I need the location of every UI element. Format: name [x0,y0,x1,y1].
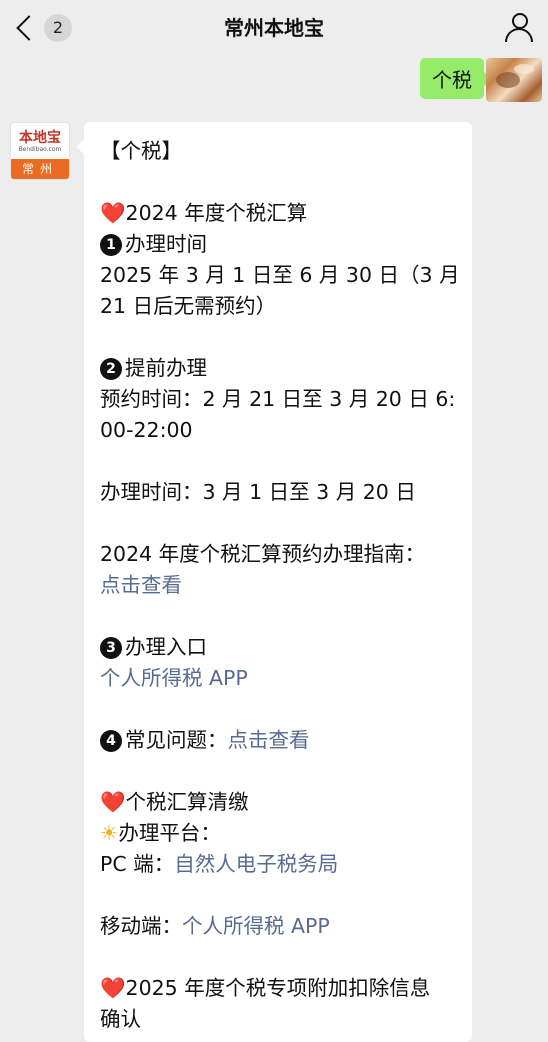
message-content: 【个税】 ❤️2024 年度个税汇算 1 办理时间 2025 年 3 月 1 日至… [100,136,460,1035]
message-line: 3 办理入口 [100,632,460,663]
message-line: 移动端：个人所得税 APP [100,914,330,938]
message-line: ☀办理平台： [100,821,221,845]
message-line: 1 办理时间 [100,229,460,260]
received-message-bubble: 【个税】 ❤️2024 年度个税汇算 1 办理时间 2025 年 3 月 1 日至… [76,122,472,1042]
heart-icon: ❤️ [100,201,126,225]
message-line: 21 日后无需预约） [100,294,277,318]
message-line: 【个税】 [100,139,182,163]
official-account-avatar[interactable]: 本地宝 Bendibao.com 常州 [10,122,70,180]
message-line: 确认 [100,1007,141,1031]
logo-title: 本地宝 [19,130,61,146]
user-profile-icon[interactable] [504,12,534,44]
chat-title: 常州本地宝 [224,16,324,40]
tax-app-link[interactable]: 个人所得税 APP [100,663,460,694]
number-3-icon: 3 [100,637,122,659]
mobile-app-link[interactable]: 个人所得税 APP [182,914,330,938]
message-line: 2024 年度个税汇算预约办理指南： [100,542,426,566]
guide-link[interactable]: 点击查看 [100,570,460,601]
number-4-icon: 4 [100,730,122,752]
message-line: 2 提前办理 [100,353,460,384]
message-line: PC 端：自然人电子税务局 [100,852,339,876]
my-avatar[interactable] [486,58,542,102]
sun-icon: ☀ [100,821,119,845]
e-tax-bureau-link[interactable]: 自然人电子税务局 [174,852,338,876]
nav-bar: 2 常州本地宝 [0,0,548,56]
message-line: ❤️2025 年度个税专项附加扣除信息 [100,976,431,1000]
heart-icon: ❤️ [100,790,126,814]
message-line: 00-22:00 [100,418,193,442]
logo-domain: Bendibao.com [18,146,62,153]
heart-icon: ❤️ [100,976,126,1000]
number-1-icon: 1 [100,234,122,256]
faq-link[interactable]: 点击查看 [228,728,310,752]
sent-message-bubble[interactable]: 个税 [420,58,492,99]
message-line: 2025 年 3 月 1 日至 6 月 30 日（3 月 [100,263,460,287]
message-line: ❤️个税汇算清缴 [100,790,249,814]
number-2-icon: 2 [100,358,122,380]
message-line: ❤️2024 年度个税汇算 [100,201,308,225]
message-line: 预约时间：2 月 21 日至 3 月 20 日 6: [100,387,456,411]
message-line: 4 常见问题：点击查看 [100,725,460,756]
message-line: 办理时间：3 月 1 日至 3 月 20 日 [100,480,416,504]
logo-city: 常州 [11,159,69,179]
